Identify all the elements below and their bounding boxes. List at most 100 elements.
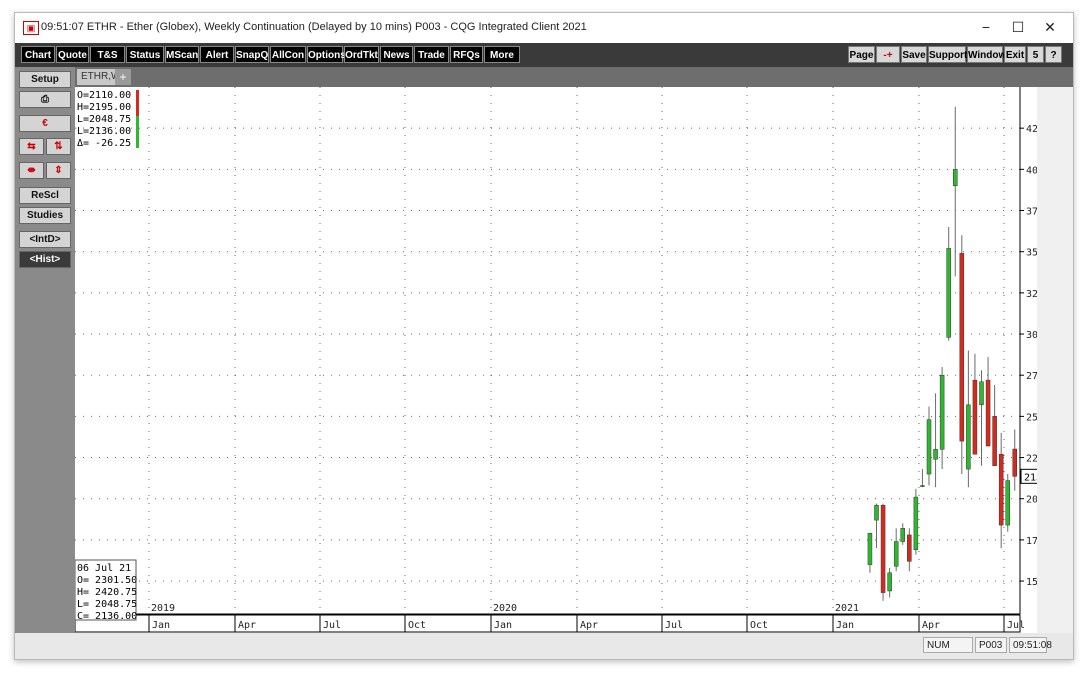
price-axis: 1500.00 1750.00 2000.00 2250.00 2500.00 2750.… xyxy=(1019,87,1070,614)
euro-icon: € xyxy=(42,118,48,129)
candle-body xyxy=(913,496,919,551)
month-label: Apr xyxy=(580,620,598,631)
readout-high: H=2195.00 xyxy=(77,102,131,113)
expand-horizontal-button[interactable]: ⇼ xyxy=(19,162,44,179)
options-button[interactable]: Options xyxy=(307,46,346,63)
candle-body xyxy=(907,534,912,562)
setup-button[interactable]: Setup xyxy=(19,71,71,88)
chart-button[interactable]: Chart xyxy=(21,46,55,63)
candle-body xyxy=(874,505,879,521)
candle-body xyxy=(953,169,958,187)
maximize-button[interactable]: ☐ xyxy=(1003,17,1033,37)
month-label: Jul xyxy=(665,620,683,631)
currency-button[interactable]: € xyxy=(19,115,71,132)
chart-tab-bar: ETHR,W + xyxy=(75,67,1073,87)
chart-area[interactable]: 1500.00 1750.00 2000.00 2250.00 2500.00 2750.… xyxy=(74,87,1070,633)
month-label: Jan xyxy=(152,620,170,631)
price-tick-label: 2250.00 xyxy=(1026,454,1037,465)
add-tab-button[interactable]: + xyxy=(115,69,131,85)
status-bar: NUM P003 09:51:08 xyxy=(15,633,1073,659)
candle-body xyxy=(867,533,873,565)
help-button[interactable]: ? xyxy=(1045,46,1062,63)
app-window: ▣ 09:51:07 ETHR - Ether (Globex), Weekly… xyxy=(14,12,1074,660)
readout-open: O=2110.00 xyxy=(77,90,131,101)
price-tick-label: 4000.00 xyxy=(1026,165,1037,176)
readout-bar-up xyxy=(136,116,139,148)
year-label: 2020 xyxy=(493,603,517,614)
printer-icon: ⎙ xyxy=(41,94,49,105)
month-label: Jul xyxy=(323,620,341,631)
print-button[interactable]: ⎙ xyxy=(19,91,71,108)
status-time: 09:51:08 xyxy=(1009,637,1052,653)
bar-low: L= 2048.75 xyxy=(77,599,137,610)
quote-button[interactable]: Quote xyxy=(56,46,89,63)
candle-body xyxy=(979,381,984,406)
price-tick-label: 3500.00 xyxy=(1026,248,1037,259)
candle-body xyxy=(926,419,932,475)
swap-horizontal-icon: ⇆ xyxy=(27,141,36,152)
swap-vertical-button[interactable]: ⇅ xyxy=(46,138,71,155)
allcon-button[interactable]: AllCon xyxy=(270,46,306,63)
bottom-readout: 06 Jul 21 O= 2301.50 H= 2420.75 L= 2048.… xyxy=(74,559,137,622)
expand-horizontal-icon: ⇼ xyxy=(27,165,36,176)
intraday-button[interactable]: <IntD> xyxy=(19,231,71,248)
candle-body xyxy=(920,485,925,487)
minimize-button[interactable]: − xyxy=(971,17,1001,37)
alert-button[interactable]: Alert xyxy=(200,46,234,63)
month-label: Jan xyxy=(494,620,512,631)
news-button[interactable]: News xyxy=(380,46,413,63)
year-label: 2021 xyxy=(835,603,859,614)
ts-button[interactable]: T&S xyxy=(90,46,125,63)
last-price-label: 2136.00 xyxy=(1024,472,1037,483)
rescale-button[interactable]: ReScl xyxy=(19,187,71,204)
expand-vertical-button[interactable]: ⇕ xyxy=(46,162,71,179)
readout-low: L=2048.75 xyxy=(77,114,131,125)
title-bar: ▣ 09:51:07 ETHR - Ether (Globex), Weekly… xyxy=(15,13,1073,43)
ordtkt-button[interactable]: OrdTkt xyxy=(344,46,379,63)
save-button[interactable]: Save xyxy=(901,46,927,63)
bar-high: H= 2420.75 xyxy=(77,587,137,598)
mscan-button[interactable]: MScan xyxy=(165,46,199,63)
candle-body xyxy=(893,541,899,567)
price-chart[interactable]: 1500.00 1750.00 2000.00 2250.00 2500.00 2750.… xyxy=(74,87,1070,633)
rfqs-button[interactable]: RFQs xyxy=(450,46,483,63)
support-button[interactable]: Support xyxy=(928,46,967,63)
candle-body xyxy=(1005,480,1010,526)
num-indicator: NUM xyxy=(923,637,973,653)
layout-button[interactable]: 5 xyxy=(1027,46,1044,63)
left-panel: Setup ⎙ € ⇆ ⇅ ⇼ ⇕ ReScl Studies <IntD> <… xyxy=(15,67,75,633)
status-button[interactable]: Status xyxy=(126,46,164,63)
history-button[interactable]: <Hist> xyxy=(19,251,71,268)
price-tick-label: 1750.00 xyxy=(1026,536,1037,547)
date-axis: Jan Apr Jul Oct Jan Apr Jul Oct Jan Apr Jul 2019 202… xyxy=(74,603,1025,633)
exit-button[interactable]: Exit xyxy=(1004,46,1026,63)
candle-body xyxy=(966,404,971,470)
bar-date: 06 Jul 21 xyxy=(77,563,131,574)
more-button[interactable]: More xyxy=(484,46,520,63)
main-toolbar: Chart Quote T&S Status MScan Alert SnapQ… xyxy=(15,43,1073,67)
studies-button[interactable]: Studies xyxy=(19,207,71,224)
readout-bar-down xyxy=(136,90,139,116)
price-tick-label: 3000.00 xyxy=(1026,330,1037,341)
candle-body xyxy=(992,416,997,467)
snapq-button[interactable]: SnapQ xyxy=(235,46,269,63)
price-tick-label: 1500.00 xyxy=(1026,577,1037,588)
candle-body xyxy=(933,449,938,460)
price-tick-label: 2000.00 xyxy=(1026,495,1037,506)
candle-body xyxy=(1012,448,1017,477)
candle-body xyxy=(959,253,965,442)
trade-button[interactable]: Trade xyxy=(414,46,449,63)
swap-vertical-icon: ⇅ xyxy=(54,141,63,152)
close-button[interactable]: ✕ xyxy=(1035,17,1065,37)
price-tick-label: 2500.00 xyxy=(1026,412,1037,423)
page-button[interactable]: Page xyxy=(848,46,875,63)
window-button[interactable]: Window xyxy=(967,46,1006,63)
candle-body xyxy=(939,374,945,450)
month-label: Apr xyxy=(238,620,256,631)
page-indicator: P003 xyxy=(975,637,1007,653)
window-title: 09:51:07 ETHR - Ether (Globex), Weekly C… xyxy=(41,21,587,33)
swap-horizontal-button[interactable]: ⇆ xyxy=(19,138,44,155)
price-tick-label: 2750.00 xyxy=(1026,371,1037,382)
zoom-button[interactable]: -+ xyxy=(876,46,900,63)
month-label: Jan xyxy=(836,620,854,631)
